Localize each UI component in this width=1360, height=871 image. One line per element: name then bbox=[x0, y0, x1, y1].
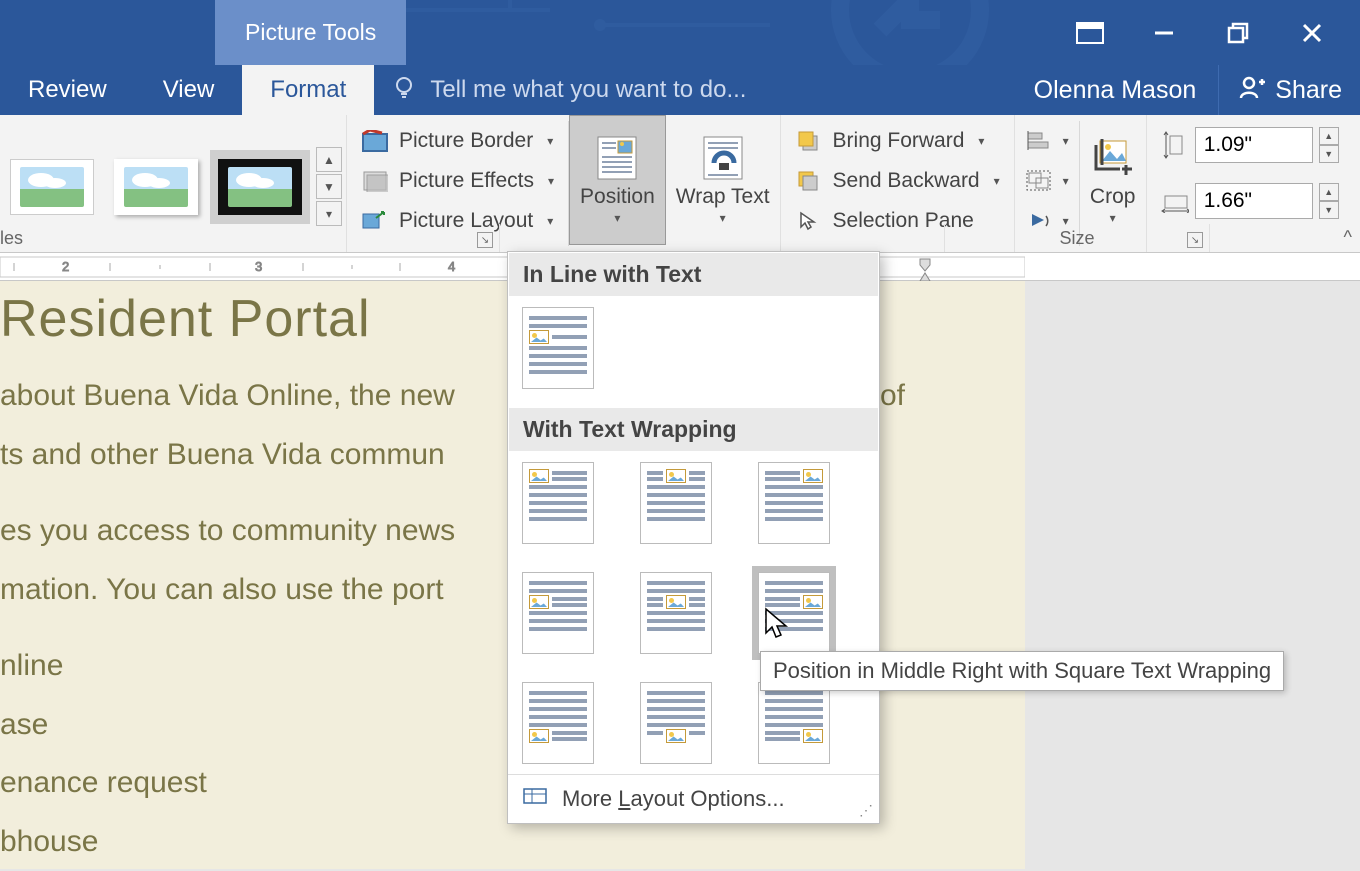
restore-icon[interactable] bbox=[1220, 15, 1256, 51]
size-group-label: Size bbox=[1059, 228, 1094, 249]
tell-me-search[interactable]: Tell me what you want to do... bbox=[392, 75, 746, 105]
position-middle-center[interactable] bbox=[640, 572, 712, 654]
position-bottom-right[interactable] bbox=[758, 682, 830, 764]
crop-icon bbox=[1090, 135, 1136, 181]
spin-up-icon[interactable]: ▲ bbox=[1319, 183, 1339, 201]
bring-forward-button[interactable]: Bring Forward▾ bbox=[791, 121, 1004, 161]
chevron-down-icon: ▾ bbox=[720, 211, 726, 225]
body-text-line: of bbox=[880, 373, 905, 420]
position-icon bbox=[594, 135, 640, 181]
resize-grip-icon: ⋰ bbox=[859, 802, 873, 819]
align-icon bbox=[1025, 127, 1053, 155]
ruler-mark: 4 bbox=[448, 259, 455, 274]
position-top-center[interactable] bbox=[640, 462, 712, 544]
share-icon bbox=[1237, 72, 1267, 109]
ribbon-display-options-icon[interactable] bbox=[1072, 15, 1108, 51]
share-label: Share bbox=[1275, 76, 1342, 105]
picture-effects-icon bbox=[361, 167, 389, 195]
title-bar: Picture Tools bbox=[0, 0, 1360, 65]
group-icon bbox=[1025, 167, 1053, 195]
position-section-wrapping: With Text Wrapping bbox=[508, 407, 879, 452]
layout-options-icon bbox=[522, 785, 548, 813]
height-input[interactable]: 1.09" bbox=[1195, 127, 1313, 163]
window-controls bbox=[1072, 15, 1360, 51]
collapse-ribbon-icon[interactable]: ^ bbox=[1344, 227, 1352, 248]
tell-me-placeholder: Tell me what you want to do... bbox=[430, 76, 746, 104]
position-inline[interactable] bbox=[522, 307, 594, 389]
position-bottom-center[interactable] bbox=[640, 682, 712, 764]
ruler-mark: 3 bbox=[255, 259, 262, 274]
more-layout-options[interactable]: More Layout Options... bbox=[508, 774, 879, 823]
send-backward-button[interactable]: Send Backward▾ bbox=[791, 161, 1004, 201]
lightbulb-icon bbox=[392, 75, 416, 105]
user-area: Olenna Mason Share bbox=[1034, 65, 1360, 115]
send-backward-icon bbox=[795, 167, 823, 195]
gallery-expand-icon[interactable]: ▾ bbox=[316, 201, 342, 226]
chevron-down-icon: ▾ bbox=[1110, 211, 1116, 225]
spin-up-icon[interactable]: ▲ bbox=[1319, 127, 1339, 145]
user-name[interactable]: Olenna Mason bbox=[1034, 76, 1197, 105]
position-top-right[interactable] bbox=[758, 462, 830, 544]
height-icon bbox=[1161, 131, 1189, 159]
contextual-tab-picture-tools: Picture Tools bbox=[215, 0, 406, 65]
width-icon bbox=[1161, 187, 1189, 215]
tab-format[interactable]: Format bbox=[242, 65, 374, 115]
gallery-scroll-down-icon[interactable]: ▼ bbox=[316, 174, 342, 199]
align-button[interactable]: ▾ bbox=[1021, 121, 1073, 161]
width-input[interactable]: 1.66" bbox=[1195, 183, 1313, 219]
spin-down-icon[interactable]: ▼ bbox=[1319, 201, 1339, 219]
crop-label: Crop bbox=[1090, 185, 1136, 209]
close-icon[interactable] bbox=[1294, 15, 1330, 51]
spin-down-icon[interactable]: ▼ bbox=[1319, 145, 1339, 163]
picture-effects-button[interactable]: Picture Effects▾ bbox=[357, 161, 558, 201]
picture-border-label: Picture Border bbox=[399, 129, 533, 153]
ribbon-tabs: Review View Format Tell me what you want… bbox=[0, 65, 1360, 115]
tab-review[interactable]: Review bbox=[0, 65, 135, 115]
picture-border-button[interactable]: Picture Border▾ bbox=[357, 121, 558, 161]
mouse-cursor-icon bbox=[763, 607, 793, 646]
tab-view[interactable]: View bbox=[135, 65, 243, 115]
styles-gallery-more: ▲ ▼ ▾ bbox=[312, 147, 342, 226]
body-text-line: about Buena Vida Online, the new bbox=[0, 373, 455, 420]
send-backward-label: Send Backward bbox=[833, 169, 980, 193]
bring-forward-icon bbox=[795, 127, 823, 155]
minimize-icon[interactable] bbox=[1146, 15, 1182, 51]
size-dialog-launcher-icon[interactable]: ↘ bbox=[1187, 232, 1203, 248]
picture-style-1[interactable] bbox=[2, 150, 102, 224]
share-button[interactable]: Share bbox=[1218, 65, 1342, 115]
wrap-text-label: Wrap Text bbox=[676, 185, 770, 208]
position-middle-left[interactable] bbox=[522, 572, 594, 654]
width-spinner[interactable]: ▲▼ bbox=[1319, 183, 1339, 219]
wrap-text-icon bbox=[700, 135, 746, 181]
ruler-mark: 2 bbox=[62, 259, 69, 274]
styles-group-label: les bbox=[0, 228, 23, 249]
more-layout-label: More Layout Options... bbox=[562, 786, 785, 812]
bring-forward-label: Bring Forward bbox=[833, 129, 965, 153]
position-section-inline: In Line with Text bbox=[508, 252, 879, 297]
tooltip: Position in Middle Right with Square Tex… bbox=[760, 651, 1284, 691]
picture-border-icon bbox=[361, 127, 389, 155]
picture-effects-label: Picture Effects bbox=[399, 169, 534, 193]
group-button[interactable]: ▾ bbox=[1021, 161, 1073, 201]
position-label: Position bbox=[580, 185, 655, 209]
picture-style-2[interactable] bbox=[106, 150, 206, 224]
position-bottom-left[interactable] bbox=[522, 682, 594, 764]
picture-style-3[interactable] bbox=[210, 150, 310, 224]
position-top-left[interactable] bbox=[522, 462, 594, 544]
gallery-scroll-up-icon[interactable]: ▲ bbox=[316, 147, 342, 172]
ribbon: ▲ ▼ ▾ Picture Border▾ Picture Effects▾ P… bbox=[0, 115, 1360, 253]
height-spinner[interactable]: ▲▼ bbox=[1319, 127, 1339, 163]
chevron-down-icon: ▾ bbox=[614, 211, 620, 225]
styles-dialog-launcher-icon[interactable]: ↘ bbox=[477, 232, 493, 248]
ribbon-group-labels: les ↘ Size ↘ ^ bbox=[0, 224, 1360, 252]
position-dropdown: In Line with Text With Text Wrapping bbox=[507, 251, 880, 824]
